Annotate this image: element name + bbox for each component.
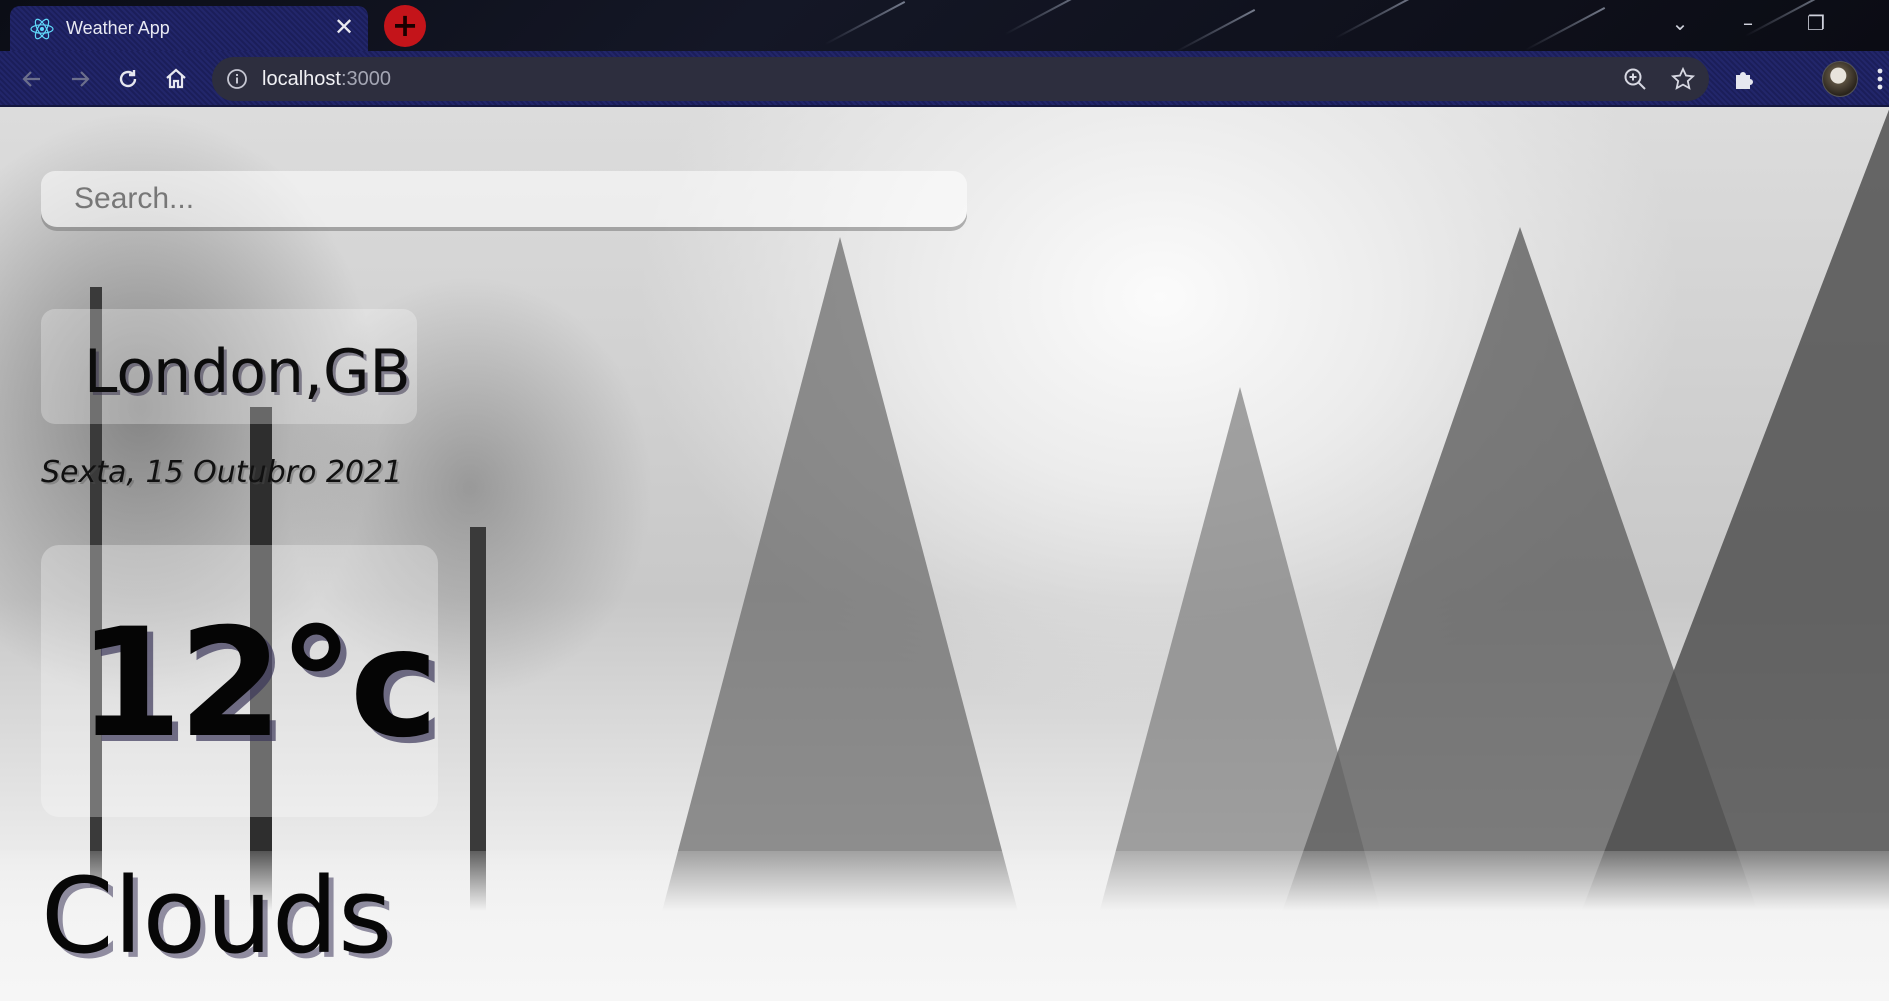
address-bar[interactable]: localhost :3000 — [212, 57, 1709, 101]
url-host: localhost — [262, 67, 341, 90]
home-button[interactable] — [160, 63, 192, 95]
weather-condition: Clouds — [41, 855, 393, 977]
new-tab-button[interactable]: + — [384, 5, 426, 47]
forward-button[interactable] — [64, 63, 96, 95]
menu-button[interactable] — [1870, 63, 1889, 95]
star-icon[interactable] — [1670, 66, 1696, 92]
arrow-left-icon — [22, 71, 40, 87]
url-port: :3000 — [340, 67, 391, 90]
arrow-right-icon — [72, 71, 90, 87]
temperature-value: 12°c — [78, 597, 439, 771]
info-icon[interactable] — [224, 66, 250, 92]
browser-titlebar: Weather App ✕ + ⌄ – ❐ — [0, 0, 1889, 51]
home-icon — [166, 68, 186, 89]
puzzle-icon — [1736, 72, 1753, 89]
date-label: Sexta, 15 Outubro 2021 — [41, 455, 403, 490]
tab-close-icon[interactable]: ✕ — [332, 15, 356, 40]
extensions-button[interactable] — [1728, 63, 1760, 95]
tab-search-dropdown-icon[interactable]: ⌄ — [1660, 8, 1700, 38]
tab-weather-app[interactable]: Weather App ✕ — [10, 6, 368, 51]
search-input[interactable] — [41, 171, 967, 227]
profile-avatar[interactable] — [1822, 61, 1858, 97]
browser-toolbar: localhost :3000 — [0, 51, 1889, 107]
zoom-icon[interactable] — [1622, 66, 1648, 92]
restore-icon[interactable]: ❐ — [1796, 8, 1836, 38]
kebab-menu-icon — [1877, 68, 1882, 90]
react-icon — [30, 18, 54, 39]
back-button[interactable] — [16, 63, 48, 95]
tab-title: Weather App — [66, 18, 170, 38]
minimize-icon[interactable]: – — [1728, 8, 1768, 38]
reload-icon — [119, 70, 137, 88]
reload-button[interactable] — [112, 63, 144, 95]
weather-page: London,GB Sexta, 15 Outubro 2021 12°c Cl… — [0, 107, 1889, 1001]
location-label: London,GB — [84, 337, 411, 407]
